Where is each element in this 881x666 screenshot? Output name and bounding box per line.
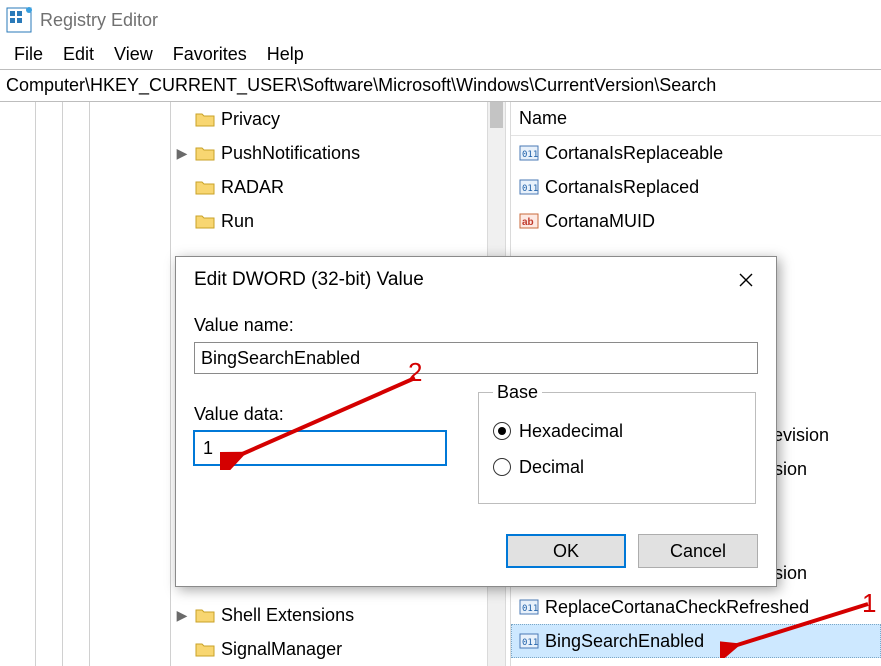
radio-decimal[interactable]: Decimal [493, 449, 741, 485]
dword-icon: 011 [519, 597, 539, 617]
value-name-label: Value name: [194, 315, 758, 336]
radio-icon [493, 458, 511, 476]
list-row[interactable]: 011 CortanaIsReplaceable [511, 136, 881, 170]
radio-label: Hexadecimal [519, 421, 623, 442]
folder-icon [195, 607, 215, 623]
svg-text:011: 011 [522, 150, 538, 160]
list-item-label: CortanaIsReplaced [545, 177, 699, 198]
string-icon: ab [519, 211, 539, 231]
edit-dword-dialog: Edit DWORD (32-bit) Value Value name: Va… [175, 256, 777, 587]
ok-button[interactable]: OK [506, 534, 626, 568]
menu-help[interactable]: Help [257, 40, 314, 69]
menu-bar: File Edit View Favorites Help [0, 40, 881, 70]
tree-item-label: PushNotifications [221, 143, 360, 164]
list-item-label: CortanaIsReplaceable [545, 143, 723, 164]
value-data-input[interactable] [194, 431, 446, 465]
list-item-label: CortanaMUID [545, 211, 655, 232]
annotation-1-label: 1 [862, 588, 876, 619]
dialog-title: Edit DWORD (32-bit) Value [194, 269, 424, 291]
menu-view[interactable]: View [104, 40, 163, 69]
close-icon [739, 273, 753, 287]
tree-item-privacy[interactable]: Privacy [175, 102, 485, 136]
list-item-label: BingSearchEnabled [545, 631, 704, 652]
svg-text:011: 011 [522, 184, 538, 194]
tree-item-label: Privacy [221, 109, 280, 130]
annotation-2-label: 2 [408, 357, 422, 388]
expander-icon[interactable]: ▶ [175, 145, 189, 162]
tree-item-label: Shell Extensions [221, 605, 354, 626]
tree-item-signalmanager[interactable]: SignalManager [175, 632, 485, 666]
tree-item-run[interactable]: Run [175, 204, 485, 238]
base-legend: Base [493, 382, 542, 403]
address-bar [0, 70, 881, 102]
svg-text:ab: ab [522, 217, 534, 228]
menu-file[interactable]: File [4, 40, 53, 69]
folder-icon [195, 179, 215, 195]
tree-item-radar[interactable]: RADAR [175, 170, 485, 204]
tree-item-label: SignalManager [221, 639, 342, 660]
dialog-title-bar[interactable]: Edit DWORD (32-bit) Value [176, 257, 776, 303]
app-title: Registry Editor [40, 10, 158, 31]
base-fieldset: Base Hexadecimal Decimal [478, 382, 756, 504]
tree-item-shell-extensions[interactable]: ▶ Shell Extensions [175, 598, 485, 632]
list-row[interactable]: 011 ReplaceCortanaCheckRefreshed [511, 590, 881, 624]
svg-text:011: 011 [522, 638, 538, 648]
address-input[interactable] [4, 74, 877, 97]
value-data-label: Value data: [194, 404, 446, 425]
list-row[interactable]: ab CortanaMUID [511, 204, 881, 238]
folder-icon [195, 145, 215, 161]
expander-icon[interactable]: ▶ [175, 607, 189, 624]
tree-item-pushnotifications[interactable]: ▶ PushNotifications [175, 136, 485, 170]
tree-item-label: Run [221, 211, 254, 232]
scroll-thumb[interactable] [490, 102, 503, 128]
menu-edit[interactable]: Edit [53, 40, 104, 69]
list-row[interactable]: 011 CortanaIsReplaced [511, 170, 881, 204]
folder-icon [195, 111, 215, 127]
dword-icon: 011 [519, 143, 539, 163]
dword-icon: 011 [519, 177, 539, 197]
app-icon [6, 7, 32, 33]
radio-label: Decimal [519, 457, 584, 478]
close-button[interactable] [732, 266, 760, 294]
menu-favorites[interactable]: Favorites [163, 40, 257, 69]
title-bar: Registry Editor [0, 0, 881, 40]
folder-icon [195, 641, 215, 657]
cancel-button[interactable]: Cancel [638, 534, 758, 568]
folder-icon [195, 213, 215, 229]
dword-icon: 011 [519, 631, 539, 651]
list-row-selected[interactable]: 011 BingSearchEnabled [511, 624, 881, 658]
radio-hexadecimal[interactable]: Hexadecimal [493, 413, 741, 449]
list-header-name[interactable]: Name [511, 102, 881, 136]
tree-item-label: RADAR [221, 177, 284, 198]
radio-icon [493, 422, 511, 440]
list-item-label: ReplaceCortanaCheckRefreshed [545, 597, 809, 618]
svg-text:011: 011 [522, 604, 538, 614]
value-name-input[interactable] [194, 342, 758, 374]
